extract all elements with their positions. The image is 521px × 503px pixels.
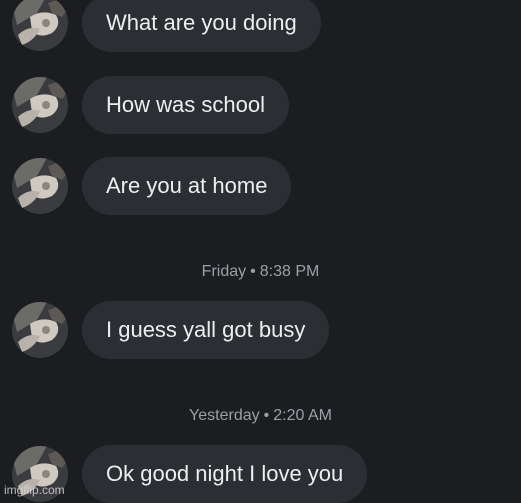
message-thread: What are you doing How was school Are yo… (0, 0, 521, 503)
message-row: Ok good night I love you (0, 445, 521, 503)
watermark: imgflip.com (4, 483, 65, 497)
message-bubble[interactable]: What are you doing (82, 0, 321, 52)
contact-avatar[interactable] (12, 0, 68, 51)
contact-photo-icon (12, 158, 68, 214)
message-bubble[interactable]: Ok good night I love you (82, 445, 368, 503)
contact-avatar[interactable] (12, 302, 68, 358)
message-row: How was school (0, 76, 521, 134)
timestamp-day: Friday (201, 263, 247, 280)
contact-avatar[interactable] (12, 77, 68, 133)
contact-photo-icon (12, 302, 68, 358)
timestamp-divider: Friday • 8:38 PM (0, 262, 521, 282)
contact-photo-icon (12, 77, 68, 133)
timestamp-time: 2:20 AM (273, 407, 332, 424)
message-row: I guess yall got busy (0, 301, 521, 359)
timestamp-divider: Yesterday • 2:20 AM (0, 406, 521, 426)
message-row: What are you doing (0, 0, 521, 52)
timestamp-separator: • (263, 407, 270, 424)
message-bubble[interactable]: Are you at home (82, 157, 292, 215)
contact-avatar[interactable] (12, 158, 68, 214)
timestamp-day: Yesterday (189, 407, 260, 424)
message-bubble[interactable]: How was school (82, 76, 289, 134)
message-bubble[interactable]: I guess yall got busy (82, 301, 330, 359)
timestamp-time: 8:38 PM (259, 263, 320, 280)
timestamp-separator: • (250, 263, 256, 280)
message-row: Are you at home (0, 157, 521, 215)
contact-photo-icon (12, 0, 68, 51)
